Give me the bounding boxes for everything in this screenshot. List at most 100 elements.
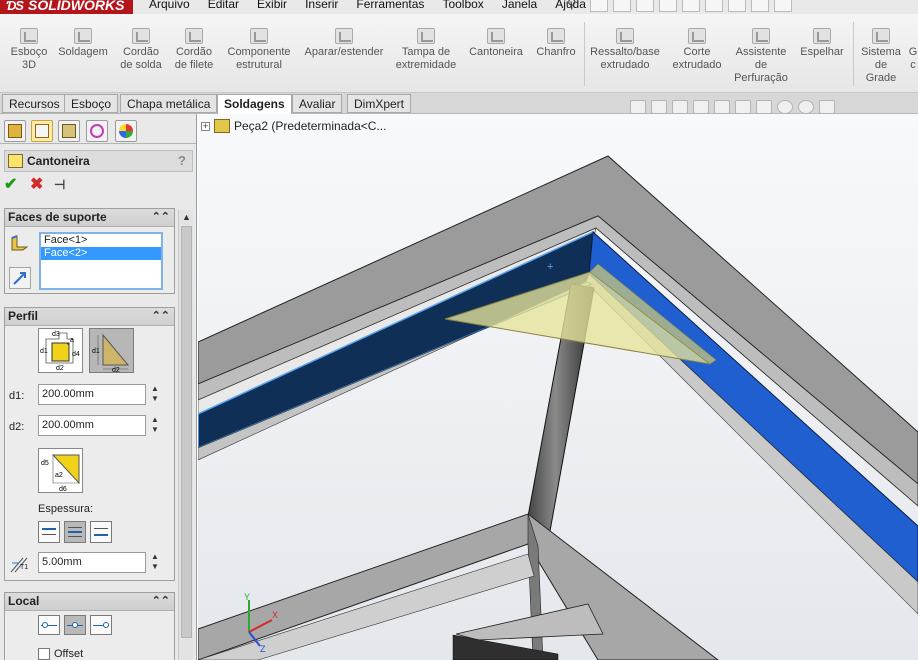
- cmd-3d-sketch[interactable]: Esboço 3D: [8, 28, 50, 72]
- file-properties-icon[interactable]: [751, 0, 769, 12]
- tab-soldagens[interactable]: Soldagens: [217, 94, 292, 115]
- mirror-icon: [813, 28, 831, 44]
- cmd-weldment[interactable]: Soldagem: [55, 28, 111, 59]
- menu-exibir[interactable]: Exibir: [248, 0, 296, 14]
- section-view-icon[interactable]: [693, 100, 709, 114]
- location-end-button[interactable]: [90, 615, 112, 635]
- cmd-mirror[interactable]: Espelhar: [796, 28, 848, 59]
- flip-direction-icon[interactable]: [9, 267, 31, 289]
- expand-icon[interactable]: +: [201, 121, 210, 131]
- pushpin-icon[interactable]: ⊣: [54, 177, 65, 193]
- panel-scrollbar[interactable]: ▲: [178, 210, 193, 660]
- print-icon[interactable]: [659, 0, 677, 12]
- cmd-extruded-cut[interactable]: Corte extrudado: [668, 28, 726, 72]
- cmd-hole-wizard[interactable]: Assistente de Perfuração: [730, 28, 792, 85]
- graphics-area[interactable]: + + Peça2 (Predeterminada<C... Y X Z: [198, 114, 918, 660]
- collapse-icon[interactable]: ⌃⌃: [152, 308, 170, 325]
- list-item-selected[interactable]: Face<2>: [41, 247, 161, 260]
- cmd-extruded-boss[interactable]: Ressalto/base extrudado: [588, 28, 662, 72]
- thickness-one-side-button[interactable]: [38, 521, 60, 543]
- apply-scene-icon[interactable]: [798, 100, 814, 114]
- previous-view-icon[interactable]: [672, 100, 688, 114]
- menu-toolbox[interactable]: Toolbox: [433, 0, 492, 14]
- supporting-faces-list[interactable]: Face<1> Face<2>: [39, 232, 163, 290]
- display-manager-tab[interactable]: [115, 120, 137, 142]
- location-start-button[interactable]: [38, 615, 60, 635]
- configuration-manager-tab[interactable]: [58, 120, 80, 142]
- menu-ferramentas[interactable]: Ferramentas: [347, 0, 433, 14]
- location-header[interactable]: Local ⌃⌃: [5, 593, 174, 611]
- thickness-both-sides-button[interactable]: [64, 521, 86, 543]
- edit-appearance-icon[interactable]: [777, 100, 793, 114]
- scroll-thumb[interactable]: [181, 226, 192, 638]
- feature-manager-tab[interactable]: [4, 120, 26, 142]
- cmd-end-cap[interactable]: Tampa de extremidade: [392, 28, 460, 72]
- zoom-to-fit-icon[interactable]: [630, 100, 646, 114]
- cmd-trim-extend[interactable]: Aparar/estender: [300, 28, 388, 59]
- cmd-structural-member[interactable]: Componente estrutural: [223, 28, 295, 72]
- polygonal-profile-button[interactable]: d3 a d1 d4 d2: [38, 328, 83, 373]
- collapse-icon[interactable]: ⌃⌃: [152, 209, 170, 226]
- offset-checkbox[interactable]: [38, 648, 50, 660]
- hide-show-items-icon[interactable]: [756, 100, 772, 114]
- d2-input[interactable]: 200.00mm: [38, 415, 146, 436]
- menu-inserir[interactable]: Inserir: [296, 0, 347, 14]
- pin-menu-icon[interactable]: ⚲: [567, 0, 577, 12]
- supporting-faces-header[interactable]: Faces de suporte ⌃⌃: [5, 209, 174, 227]
- cancel-button[interactable]: ✖: [30, 177, 43, 193]
- d2-spinner[interactable]: ▲ ▼: [149, 415, 161, 436]
- tab-chapa-metalica[interactable]: Chapa metálica: [120, 94, 218, 113]
- solidworks-logo[interactable]: ƊS SOLIDWORKS: [0, 0, 133, 14]
- display-style-icon[interactable]: [735, 100, 751, 114]
- rebuild-icon[interactable]: [728, 0, 746, 12]
- thickness-spinner[interactable]: ▲ ▼: [149, 552, 161, 573]
- location-middle-button[interactable]: [64, 615, 86, 635]
- cmd-fillet-bead[interactable]: Cordão de filete: [170, 28, 218, 72]
- tab-dimxpert[interactable]: DimXpert: [347, 94, 412, 113]
- 3d-sketch-icon: [20, 28, 38, 44]
- chamfer-profile-button[interactable]: d5 a2 d6: [38, 448, 83, 493]
- ok-button[interactable]: ✔: [4, 177, 17, 193]
- tab-recursos[interactable]: Recursos: [2, 94, 67, 113]
- cmd-weld-bead[interactable]: Cordão de solda: [116, 28, 166, 72]
- thickness-input[interactable]: 5.00mm: [38, 552, 146, 573]
- 3d-model-view[interactable]: +: [198, 114, 918, 660]
- options-icon[interactable]: [774, 0, 792, 12]
- view-orientation-icon[interactable]: [714, 100, 730, 114]
- menu-janela[interactable]: Janela: [493, 0, 546, 14]
- view-settings-icon[interactable]: [819, 100, 835, 114]
- cmd-chamfer[interactable]: Chanfro: [532, 28, 580, 59]
- profile-header[interactable]: Perfil ⌃⌃: [5, 308, 174, 326]
- save-icon[interactable]: [636, 0, 654, 12]
- triangular-profile-button[interactable]: d1 d2: [89, 328, 134, 374]
- d1-input[interactable]: 200.00mm: [38, 384, 146, 405]
- collapse-icon[interactable]: ⌃⌃: [152, 593, 170, 610]
- dim-label: d1: [92, 348, 100, 355]
- select-icon[interactable]: [705, 0, 723, 12]
- feature-tree-root[interactable]: + Peça2 (Predeterminada<C...: [201, 118, 386, 134]
- menu-editar[interactable]: Editar: [199, 0, 248, 14]
- property-manager-tab[interactable]: [31, 120, 53, 142]
- open-document-icon[interactable]: [613, 0, 631, 12]
- dimxpert-manager-tab[interactable]: [86, 120, 108, 142]
- zoom-to-area-icon[interactable]: [651, 100, 667, 114]
- extruded-cut-icon: [688, 28, 706, 44]
- tab-esboco[interactable]: Esboço: [64, 94, 119, 113]
- undo-icon[interactable]: [682, 0, 700, 12]
- property-manager-header: Cantoneira ?: [4, 150, 193, 172]
- cmd-grid-system[interactable]: Sistema de Grade: [858, 28, 904, 85]
- thickness-label: Espessura:: [38, 503, 94, 515]
- d1-spinner[interactable]: ▲ ▼: [149, 384, 161, 405]
- help-icon[interactable]: ?: [178, 153, 186, 168]
- list-item[interactable]: Face<1>: [41, 234, 161, 247]
- tab-avaliar[interactable]: Avaliar: [292, 94, 343, 113]
- cmd-gusset[interactable]: Cantoneira: [464, 28, 528, 59]
- scroll-up-icon[interactable]: ▲: [179, 210, 194, 224]
- cmd-partial[interactable]: G c: [908, 28, 918, 72]
- dim-label: d2: [112, 367, 120, 372]
- svg-text:X: X: [272, 610, 278, 620]
- structural-member-icon: [250, 28, 268, 44]
- menu-arquivo[interactable]: Arquivo: [140, 0, 199, 14]
- new-document-icon[interactable]: [590, 0, 608, 12]
- thickness-other-side-button[interactable]: [90, 521, 112, 543]
